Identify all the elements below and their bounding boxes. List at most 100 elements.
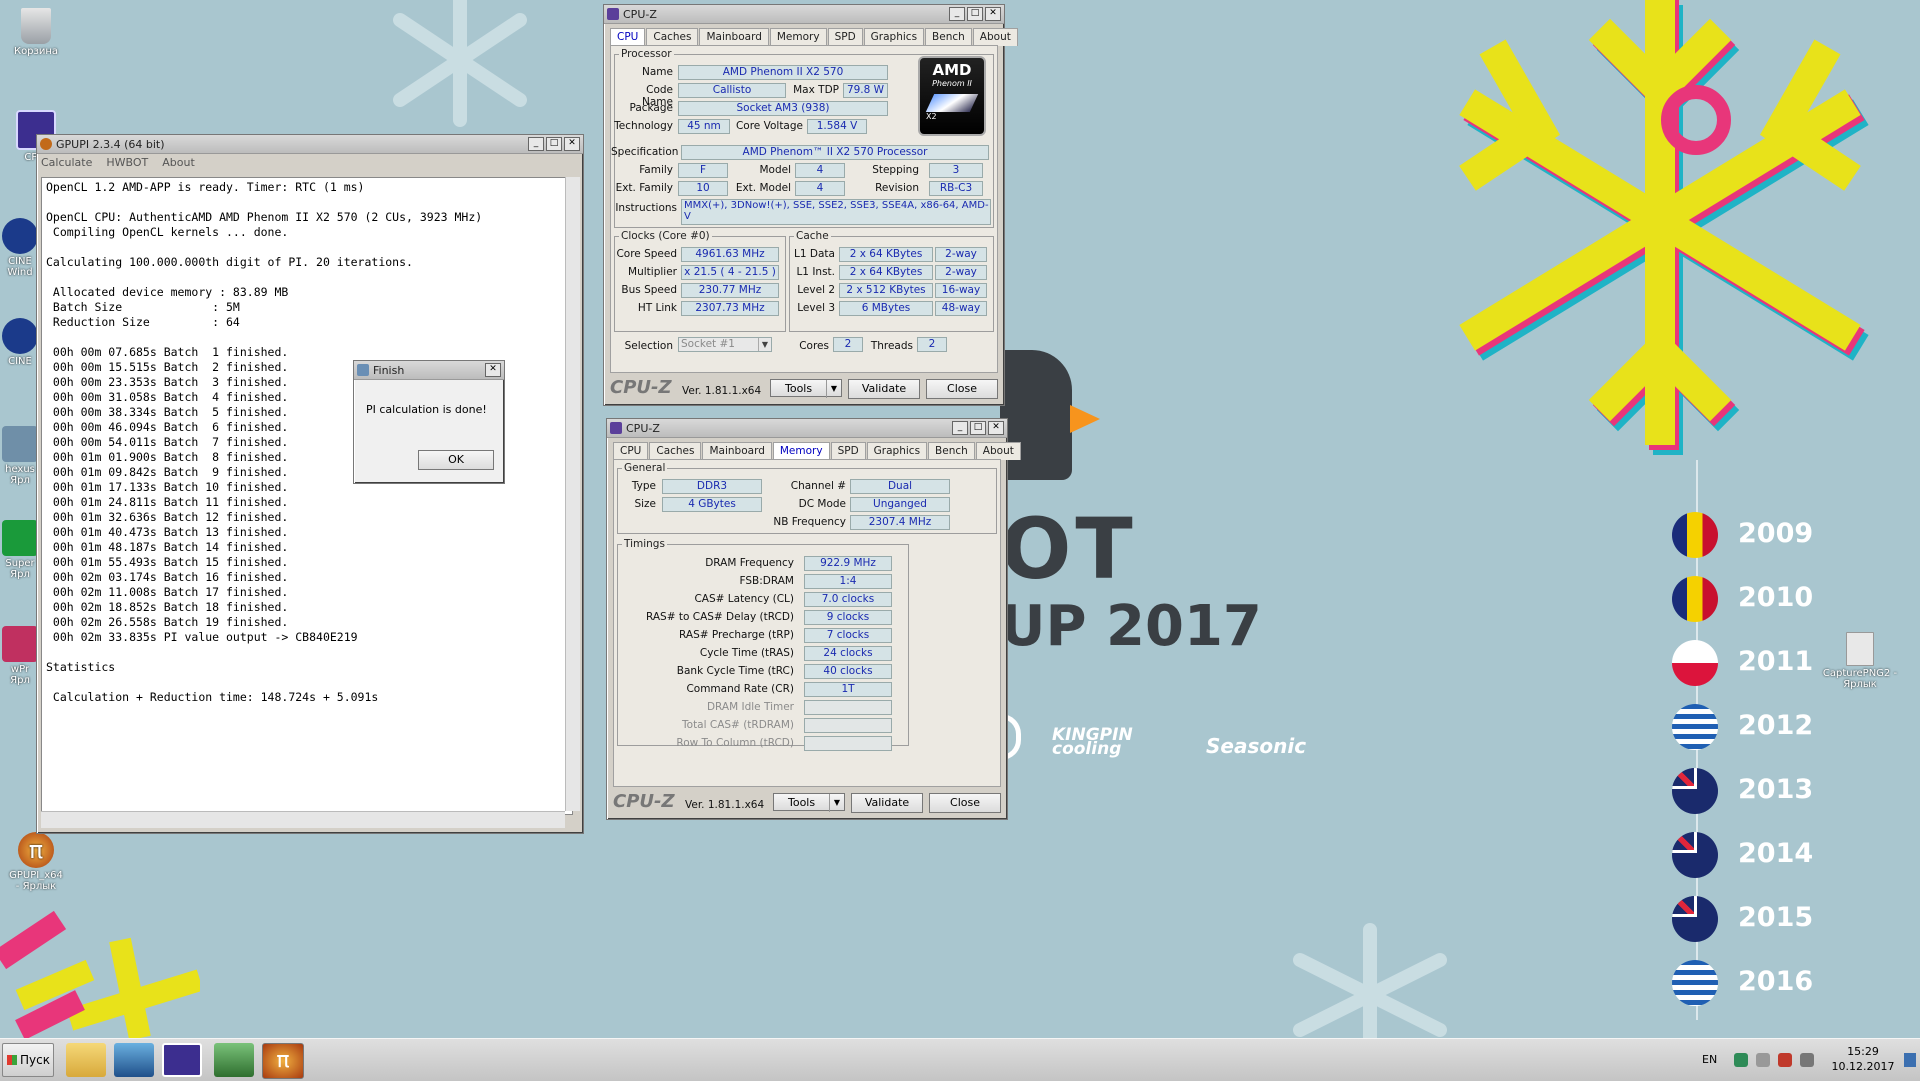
year-2013: 2013: [1672, 766, 1832, 818]
taskbar-explorer-icon[interactable]: [66, 1043, 106, 1077]
tray-network-icon[interactable]: [1756, 1053, 1770, 1067]
timing-label: Command Rate (CR): [686, 683, 794, 695]
instructions-label: Instructions: [615, 202, 677, 214]
group-label: Cache: [796, 230, 829, 242]
desktop-icon-recycle-bin[interactable]: Корзина: [8, 8, 64, 57]
output-console[interactable]: OpenCL 1.2 AMD-APP is ready. Timer: RTC …: [41, 177, 573, 815]
menu-about[interactable]: About: [162, 156, 195, 169]
show-desktop-button[interactable]: [1904, 1053, 1916, 1067]
ok-button[interactable]: OK: [418, 450, 494, 470]
taskbar-monitor-icon[interactable]: [214, 1043, 254, 1077]
taskbar-cpuz-icon[interactable]: [162, 1043, 202, 1077]
desktop-icon-capturepng[interactable]: CapturePNG2 - Ярлык: [1822, 632, 1898, 690]
background-snowflake: [1293, 923, 1447, 1038]
timing-value: 1:4: [804, 574, 892, 589]
tab-spd[interactable]: SPD: [827, 28, 863, 46]
tray-warning-icon[interactable]: [1778, 1053, 1792, 1067]
validate-button[interactable]: Validate: [851, 793, 923, 813]
flag-icon: [1672, 768, 1718, 814]
tab-mainboard[interactable]: Mainboard: [702, 442, 772, 460]
tray-volume-icon[interactable]: [1800, 1053, 1814, 1067]
menu-hwbot[interactable]: HWBOT: [106, 156, 148, 169]
taskbar-gpupi-icon[interactable]: π: [262, 1043, 304, 1079]
model-label: Model: [759, 164, 791, 176]
validate-button[interactable]: Validate: [848, 379, 920, 399]
minimize-button[interactable]: _: [949, 7, 965, 21]
timing-label: DRAM Frequency: [705, 557, 794, 569]
close-button[interactable]: ✕: [988, 421, 1004, 435]
desktop-icon-cinebench-win[interactable]: CINE Wind: [0, 218, 40, 278]
menu-calculate[interactable]: Calculate: [41, 156, 92, 169]
close-button[interactable]: Close: [929, 793, 1001, 813]
console-line: 00h 01m 32.636s Batch 12 finished.: [46, 510, 289, 524]
desktop-icon-gpupi[interactable]: π GPUPI_x64 - Ярлык: [8, 832, 64, 892]
timing-value: 40 clocks: [804, 664, 892, 679]
specification-label: Specification: [611, 146, 679, 158]
memory-tab-panel: General Type DDR3 Size 4 GBytes Channel …: [613, 459, 1001, 787]
flag-icon: [1672, 704, 1718, 750]
language-indicator[interactable]: EN: [1702, 1053, 1717, 1066]
family-value: F: [678, 163, 728, 178]
tab-caches[interactable]: Caches: [646, 28, 699, 46]
recycle-bin-icon: [21, 8, 51, 44]
start-button[interactable]: Пуск: [2, 1043, 54, 1077]
tab-bench[interactable]: Bench: [925, 28, 972, 46]
timing-value: 7.0 clocks: [804, 592, 892, 607]
sponsor-logo-seasonic: Seasonic: [1206, 734, 1307, 758]
tab-cpu[interactable]: CPU: [610, 28, 646, 46]
maximize-button[interactable]: □: [967, 7, 983, 21]
close-button[interactable]: Close: [926, 379, 998, 399]
tab-memory[interactable]: Memory: [769, 28, 827, 46]
clock-time: 15:29: [1847, 1045, 1879, 1058]
vertical-scrollbar[interactable]: [565, 177, 580, 811]
desktop-icon-cinebench[interactable]: CINE: [0, 318, 40, 367]
clock[interactable]: 15:29 10.12.2017: [1826, 1044, 1900, 1074]
tab-graphics[interactable]: Graphics: [863, 28, 925, 46]
cpuz-titlebar[interactable]: CPU-Z _ □ ✕: [604, 5, 1004, 24]
close-button[interactable]: ✕: [564, 137, 580, 151]
tab-spd[interactable]: SPD: [830, 442, 866, 460]
cpuz-titlebar[interactable]: CPU-Z _ □ ✕: [607, 419, 1007, 438]
tab-memory[interactable]: Memory: [772, 442, 830, 460]
group-label: Processor: [621, 48, 672, 60]
stepping-value: 3: [929, 163, 983, 178]
finish-titlebar[interactable]: Finish ✕: [354, 361, 504, 380]
gpupi-titlebar[interactable]: GPUPI 2.3.4 (64 bit) _ □ ✕: [37, 135, 583, 154]
tab-bench[interactable]: Bench: [928, 442, 975, 460]
maximize-button[interactable]: □: [546, 137, 562, 151]
size-value: 4 GBytes: [662, 497, 762, 512]
close-button[interactable]: ✕: [485, 363, 501, 377]
tools-button[interactable]: Tools ▼: [770, 379, 842, 398]
tab-about[interactable]: About: [972, 28, 1018, 46]
timing-label: Cycle Time (tRAS): [699, 647, 794, 659]
tab-mainboard[interactable]: Mainboard: [699, 28, 769, 46]
start-label: Пуск: [20, 1053, 50, 1067]
horizontal-scrollbar[interactable]: [41, 811, 565, 828]
close-button[interactable]: ✕: [985, 7, 1001, 21]
tab-graphics[interactable]: Graphics: [866, 442, 928, 460]
tools-button[interactable]: Tools ▼: [773, 793, 845, 812]
minimize-button[interactable]: _: [952, 421, 968, 435]
desktop-icon-wprime[interactable]: wPr Ярл: [0, 626, 40, 686]
tab-cpu[interactable]: CPU: [613, 442, 649, 460]
timing-value: 1T: [804, 682, 892, 697]
taskbar-afterburner-icon[interactable]: [114, 1043, 154, 1077]
tab-caches[interactable]: Caches: [649, 442, 702, 460]
selection-dropdown[interactable]: Socket #1 ▼: [678, 337, 772, 352]
tray-shield-icon[interactable]: [1734, 1053, 1748, 1067]
desktop-icon-hexus[interactable]: hexus Ярл: [0, 426, 40, 486]
flag-icon: [1672, 640, 1718, 686]
nbfrequency-value: 2307.4 MHz: [850, 515, 950, 530]
console-line: Batch Size : 5M: [46, 300, 240, 314]
cpuz-icon: [610, 422, 622, 434]
busspeed-label: Bus Speed: [621, 284, 677, 296]
desktop-icon-superpi[interactable]: Super Ярл: [0, 520, 40, 580]
stepping-label: Stepping: [872, 164, 919, 176]
maximize-button[interactable]: □: [970, 421, 986, 435]
minimize-button[interactable]: _: [528, 137, 544, 151]
cores-value: 2: [833, 337, 863, 352]
tab-about[interactable]: About: [975, 442, 1021, 460]
timing-value: [804, 718, 892, 733]
